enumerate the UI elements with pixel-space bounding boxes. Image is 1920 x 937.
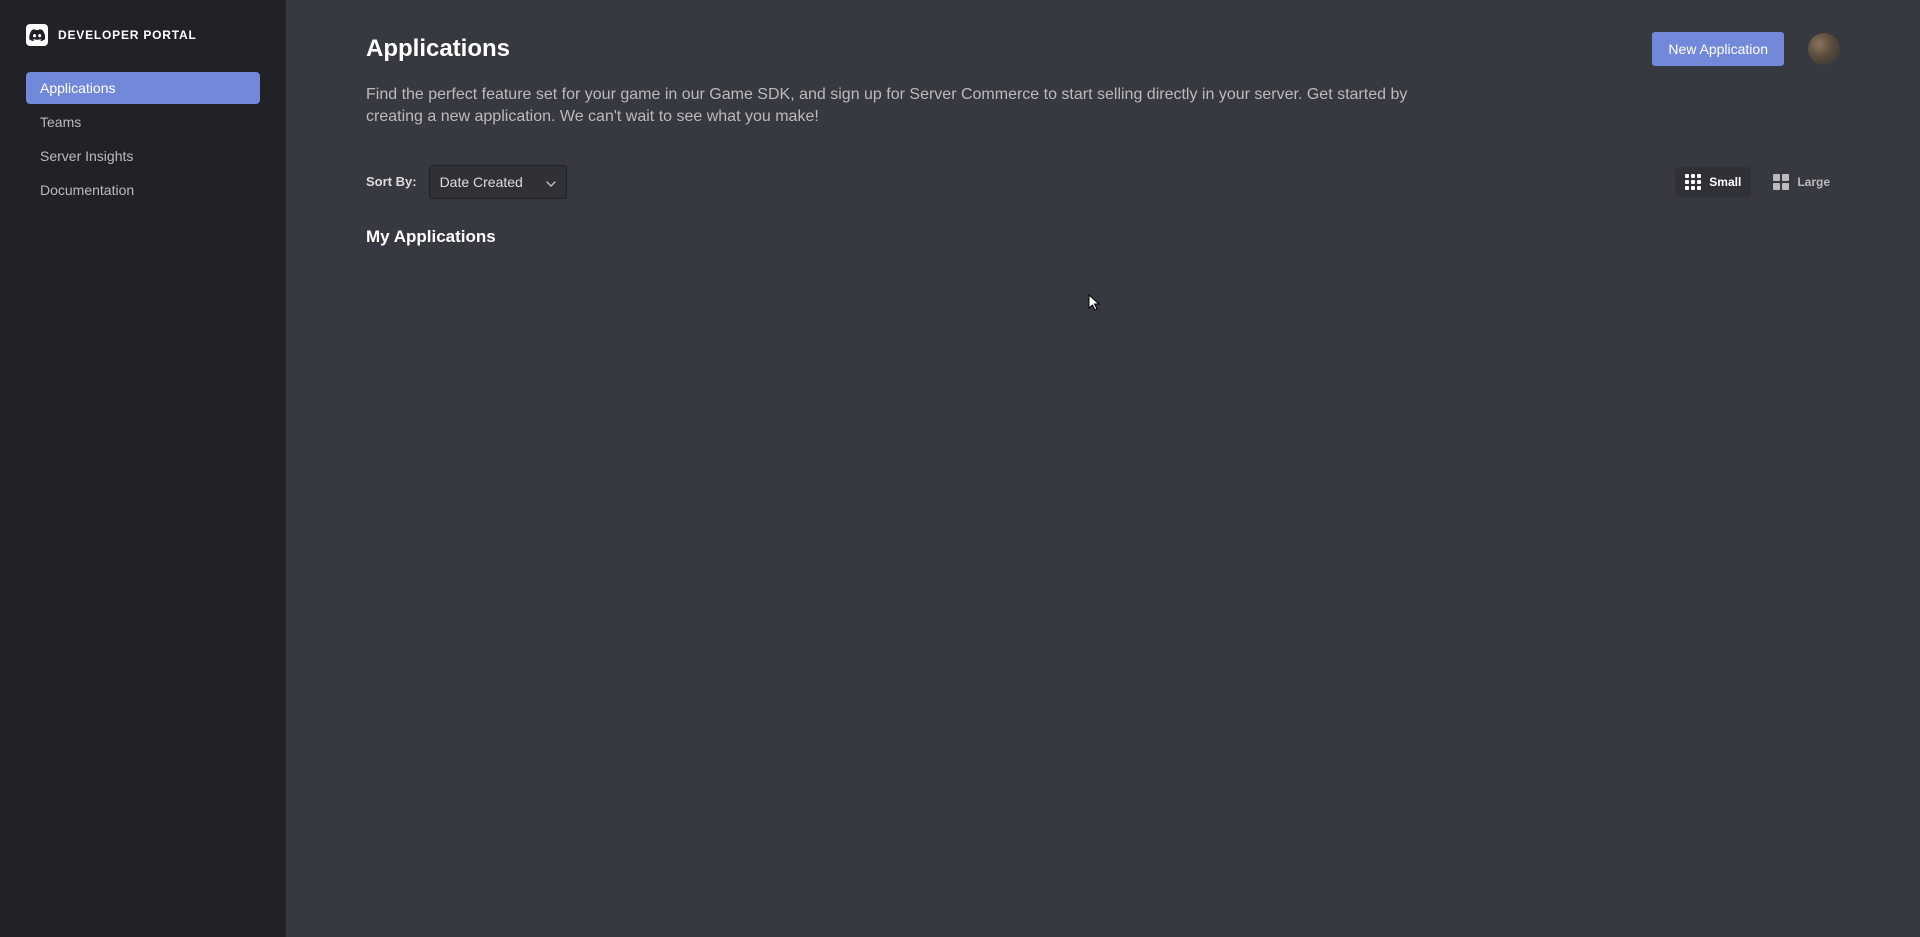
sidebar-item-label: Documentation bbox=[40, 182, 134, 198]
controls-row: Sort By: Date Created Small bbox=[366, 165, 1840, 199]
header-actions: New Application bbox=[1652, 32, 1840, 66]
sidebar-item-applications[interactable]: Applications bbox=[26, 72, 260, 104]
sort-by-label: Sort By: bbox=[366, 174, 417, 189]
sidebar-item-teams[interactable]: Teams bbox=[26, 106, 260, 138]
chevron-down-icon bbox=[546, 174, 556, 190]
sidebar-item-documentation[interactable]: Documentation bbox=[26, 174, 260, 206]
sort-select[interactable]: Date Created bbox=[429, 165, 567, 199]
user-avatar[interactable] bbox=[1808, 33, 1840, 65]
brand-logo[interactable]: DEVELOPER PORTAL bbox=[0, 24, 286, 46]
view-toggle-large[interactable]: Large bbox=[1763, 167, 1840, 197]
brand-portal-name: DEVELOPER PORTAL bbox=[58, 28, 197, 42]
view-toggles: Small Large bbox=[1675, 167, 1840, 197]
discord-logo-icon bbox=[26, 24, 48, 46]
view-large-label: Large bbox=[1797, 175, 1830, 189]
new-application-button[interactable]: New Application bbox=[1652, 32, 1784, 66]
my-applications-heading: My Applications bbox=[366, 227, 1840, 247]
sidebar-item-server-insights[interactable]: Server Insights bbox=[26, 140, 260, 172]
page-title: Applications bbox=[366, 35, 510, 63]
grid-small-icon bbox=[1685, 174, 1701, 190]
view-toggle-small[interactable]: Small bbox=[1675, 167, 1751, 197]
cursor-icon bbox=[1088, 294, 1102, 312]
view-small-label: Small bbox=[1709, 175, 1741, 189]
sidebar-item-label: Teams bbox=[40, 114, 81, 130]
sort-container: Sort By: Date Created bbox=[366, 165, 567, 199]
grid-large-icon bbox=[1773, 174, 1789, 190]
sort-selected-value: Date Created bbox=[440, 174, 523, 190]
sidebar: DEVELOPER PORTAL Applications Teams Serv… bbox=[0, 0, 286, 937]
page-description: Find the perfect feature set for your ga… bbox=[366, 84, 1466, 129]
main-content: Applications New Application Find the pe… bbox=[286, 0, 1920, 937]
sidebar-nav: Applications Teams Server Insights Docum… bbox=[0, 72, 286, 206]
sidebar-item-label: Applications bbox=[40, 80, 116, 96]
sidebar-item-label: Server Insights bbox=[40, 148, 133, 164]
page-header: Applications New Application bbox=[366, 32, 1840, 66]
